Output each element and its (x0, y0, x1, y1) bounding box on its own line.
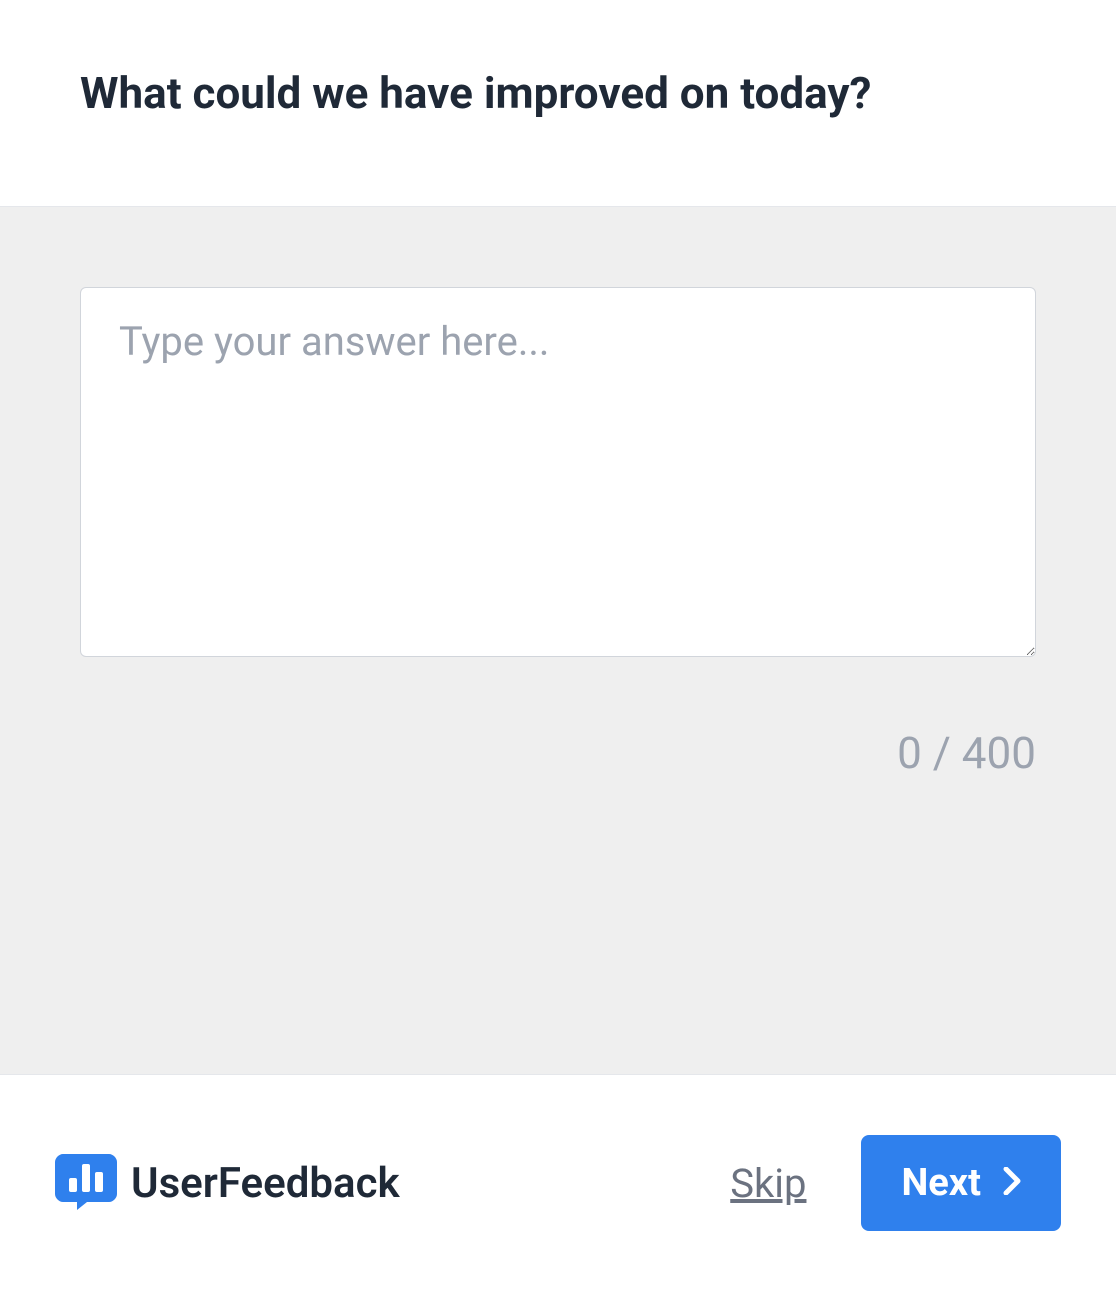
brand-name: UserFeedback (131, 1159, 400, 1208)
userfeedback-logo-icon (55, 1150, 117, 1216)
skip-button[interactable]: Skip (730, 1160, 806, 1207)
next-button[interactable]: Next (861, 1135, 1061, 1231)
brand: UserFeedback (55, 1150, 400, 1216)
question-title: What could we have improved on today? (80, 60, 1036, 126)
next-button-label: Next (901, 1161, 981, 1205)
question-section: What could we have improved on today? (0, 0, 1116, 207)
footer-actions: Skip Next (730, 1135, 1061, 1231)
char-counter: 0 / 400 (80, 727, 1036, 779)
footer-section: UserFeedback Skip Next (0, 1074, 1116, 1291)
chevron-right-icon (1003, 1161, 1021, 1205)
answer-textarea[interactable] (80, 287, 1036, 657)
answer-section: 0 / 400 (0, 207, 1116, 1074)
